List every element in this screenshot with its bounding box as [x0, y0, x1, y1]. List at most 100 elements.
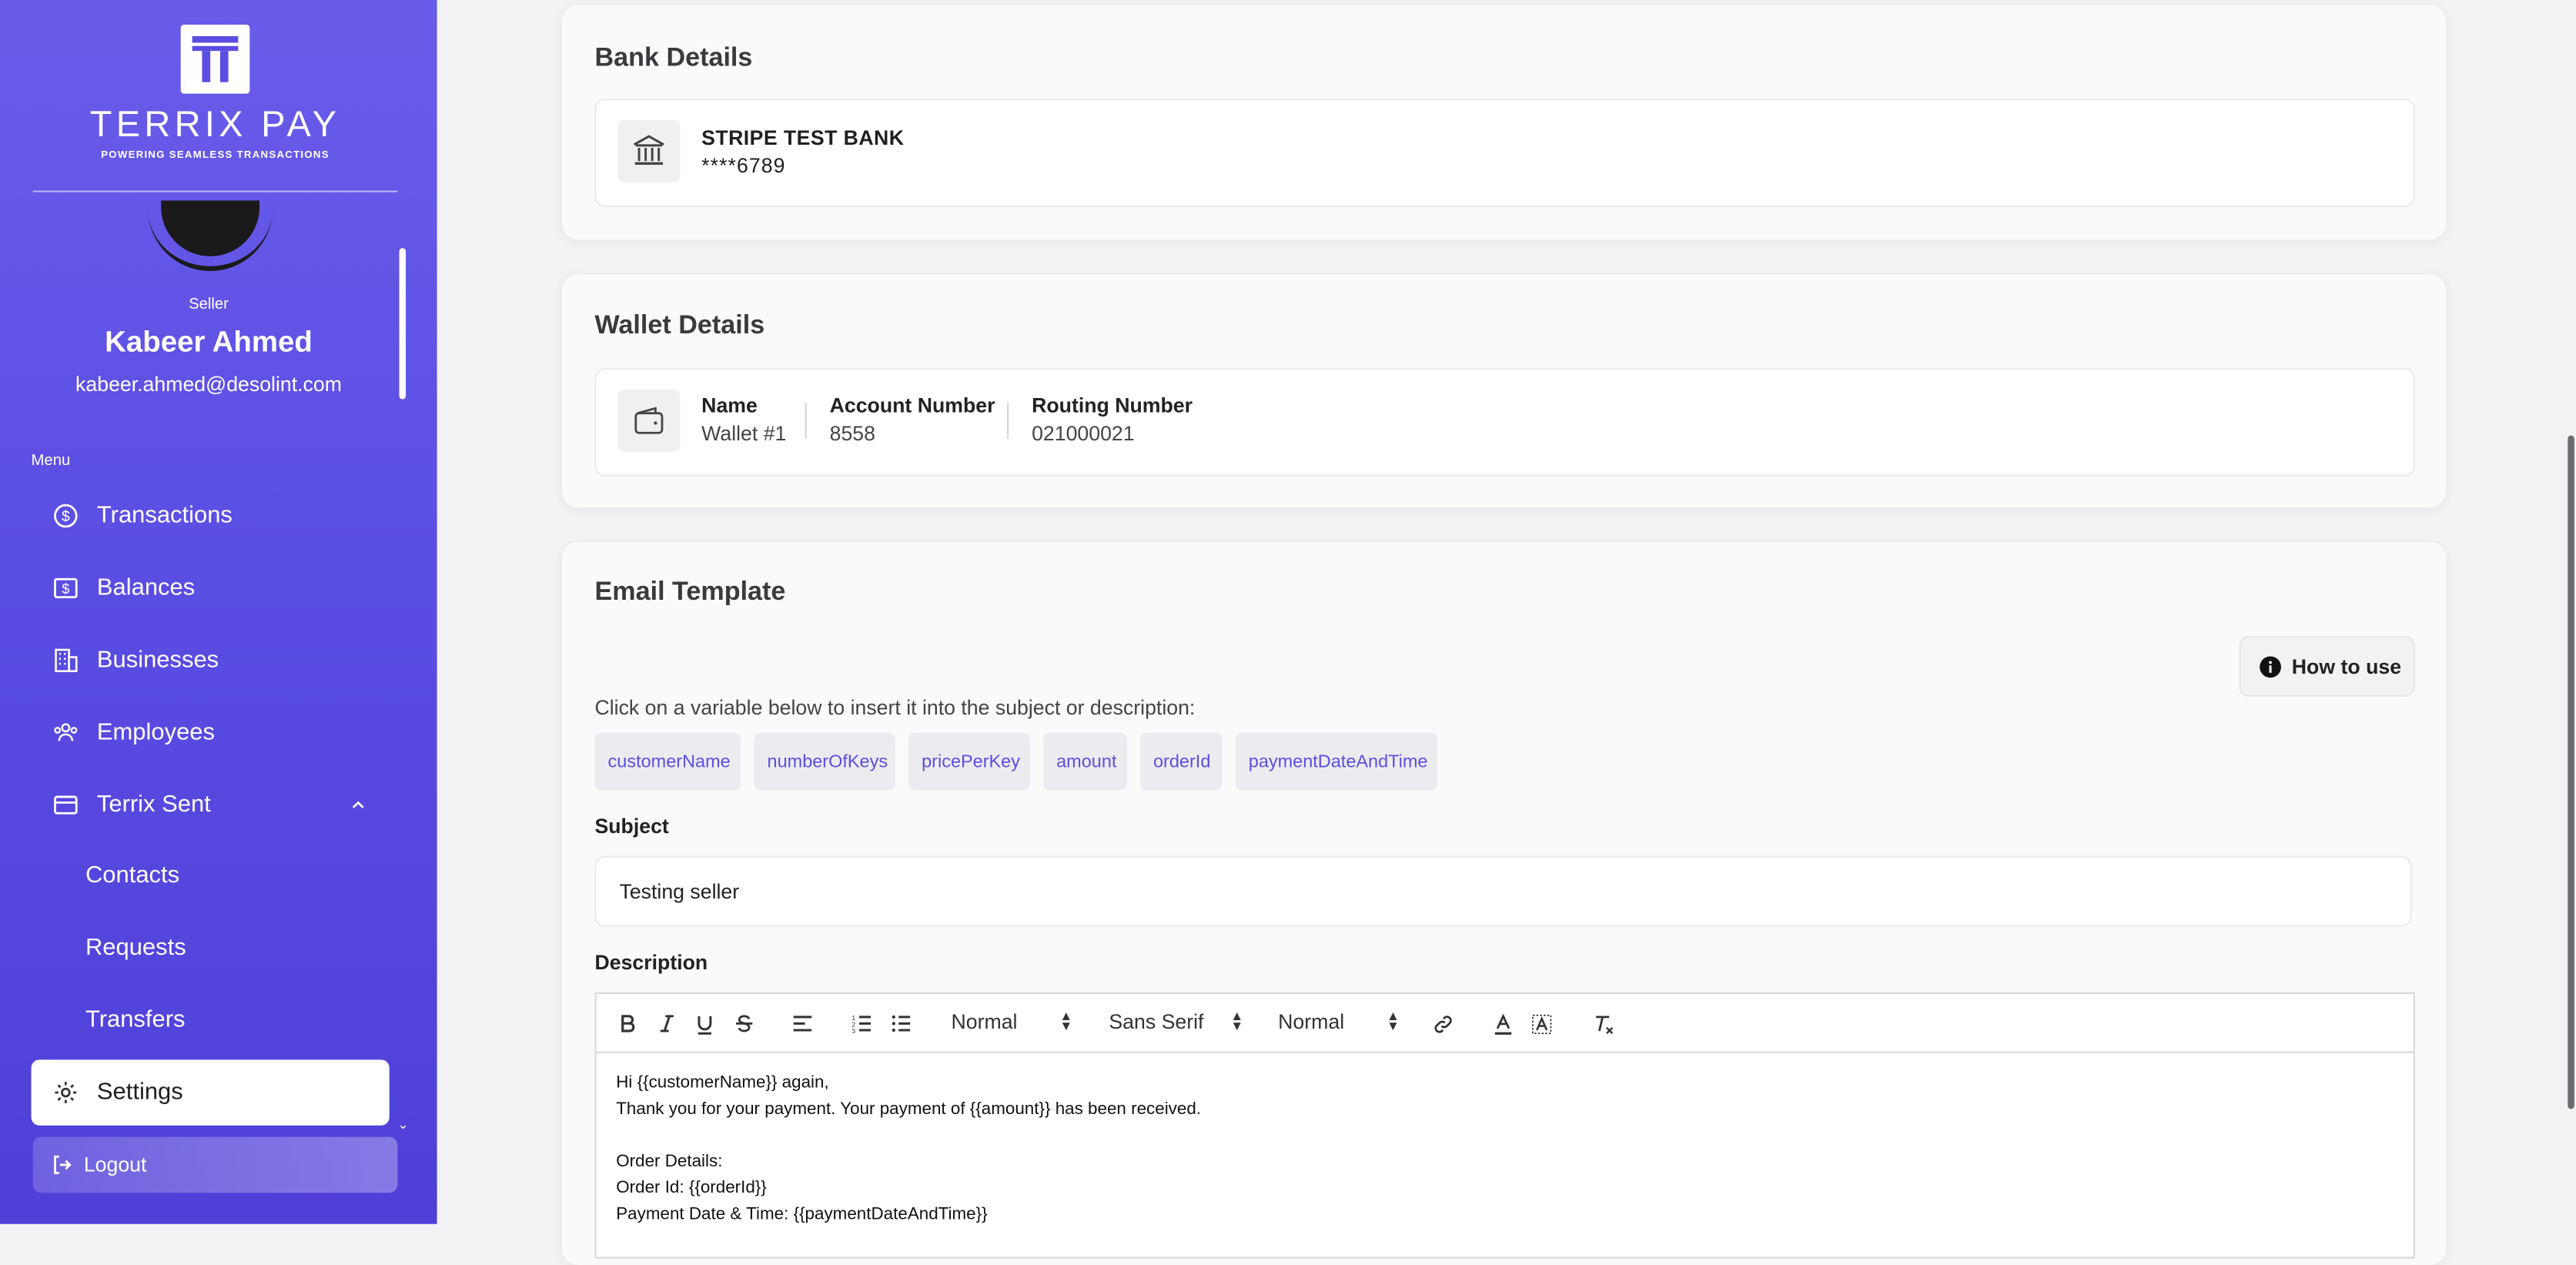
italic-icon[interactable]	[655, 1010, 678, 1036]
logout-button[interactable]: Logout	[32, 1136, 398, 1193]
wallet-details-card: Wallet Details Name Wallet #1 Account Nu…	[561, 274, 2447, 508]
editor-line: Payment Date & Time: {{paymentDateAndTim…	[616, 1204, 988, 1224]
variable-chip-customername[interactable]: customerName	[594, 732, 741, 791]
field-divider	[1007, 402, 1009, 439]
select-arrows-icon: ▲ ▼	[1059, 1009, 1073, 1034]
logout-label: Logout	[83, 1153, 147, 1176]
email-template-card: Email Template How to use Click on a var…	[561, 542, 2447, 1265]
svg-text:3: 3	[851, 1027, 855, 1033]
how-to-use-label: How to use	[2291, 654, 2402, 678]
editor-line: Hi {{customerName}} again,	[616, 1073, 829, 1093]
clear-formatting-icon[interactable]	[1592, 1010, 1615, 1036]
subject-label: Subject	[594, 815, 669, 838]
variable-chip-orderid[interactable]: orderId	[1139, 732, 1223, 791]
editor-content[interactable]: Hi {{customerName}} again, Thank you for…	[616, 1069, 1201, 1227]
user-name: Kabeer Ahmed	[105, 325, 313, 359]
avatar	[148, 200, 273, 272]
underline-icon[interactable]	[694, 1010, 717, 1036]
variable-chip-numberofkeys[interactable]: numberOfKeys	[754, 732, 895, 791]
sidebar-item-terrix-sent[interactable]: Terrix Sent	[32, 772, 390, 838]
editor-line: Order Id: {{orderId}}	[616, 1178, 767, 1198]
menu-header: Menu	[31, 451, 71, 470]
wallet-name-field: Name Wallet #1	[701, 394, 786, 445]
sidebar-item-label: Transactions	[96, 502, 233, 530]
people-icon	[52, 720, 79, 746]
field-divider	[805, 402, 807, 439]
chevron-down-icon[interactable]: ⌄	[397, 1117, 408, 1132]
link-icon[interactable]	[1431, 1010, 1454, 1036]
wallet-account-number-field: Account Number 8558	[830, 394, 995, 445]
strikethrough-icon[interactable]	[733, 1010, 756, 1036]
user-role: Seller	[189, 296, 229, 314]
sidebar-divider	[32, 190, 398, 192]
svg-text:$: $	[62, 581, 69, 597]
variables-hint: Click on a variable below to insert it i…	[594, 696, 1196, 720]
bank-account-row: STRIPE TEST BANK ****6789	[594, 99, 2415, 207]
description-label: Description	[594, 951, 708, 975]
wallet-routing-number-field: Routing Number 021000021	[1032, 394, 1193, 445]
chevron-up-icon[interactable]	[350, 794, 366, 820]
sidebar-subitem-requests[interactable]: Requests	[85, 935, 186, 961]
editor-line: Order Details:	[616, 1151, 723, 1172]
subject-input[interactable]	[594, 855, 2412, 927]
background-color-icon[interactable]	[1530, 1010, 1553, 1036]
wallet-field-value: Wallet #1	[701, 422, 787, 446]
ordered-list-icon[interactable]: 123	[849, 1010, 872, 1036]
bullet-list-icon[interactable]	[888, 1010, 912, 1036]
variable-chip-priceperkey[interactable]: pricePerKey	[908, 732, 1030, 791]
terrix-logo-icon	[180, 25, 250, 94]
bold-icon[interactable]	[616, 1010, 639, 1036]
description-editor[interactable]: 123 Normal ▲▼ Sans Serif ▲▼ Normal ▲▼	[594, 992, 2415, 1259]
how-to-use-button[interactable]: How to use	[2239, 635, 2415, 697]
wallet-row: Name Wallet #1 Account Number 8558 Routi…	[594, 367, 2415, 477]
brand-tagline: POWERING SEAMLESS TRANSACTIONS	[101, 149, 330, 162]
variable-chip-amount[interactable]: amount	[1043, 732, 1127, 791]
wallet-icon	[617, 389, 681, 452]
wallet-field-label: Routing Number	[1032, 394, 1193, 418]
sidebar-item-label: Balances	[96, 574, 196, 602]
wallet-field-label: Name	[701, 394, 758, 418]
wallet-field-value: 021000021	[1032, 422, 1135, 446]
wallet-field-value: 8558	[829, 422, 875, 446]
sidebar-item-balances[interactable]: $ Balances	[32, 555, 390, 621]
email-template-title: Email Template	[594, 578, 786, 607]
align-left-icon[interactable]	[790, 1010, 813, 1036]
sidebar: TERRIX PAY POWERING SEAMLESS TRANSACTION…	[0, 0, 437, 1224]
sidebar-item-label: Terrix Sent	[96, 791, 211, 818]
editor-line: Thank you for your payment. Your payment…	[616, 1099, 1202, 1119]
sidebar-subitem-transfers[interactable]: Transfers	[85, 1007, 186, 1033]
bank-details-title: Bank Details	[594, 44, 753, 72]
select-arrows-icon: ▲ ▼	[1230, 1009, 1244, 1034]
wallet-field-label: Account Number	[829, 394, 995, 418]
building-icon	[52, 648, 79, 674]
dollar-circle-icon: $	[52, 503, 79, 529]
size-select-value: Normal	[1278, 1010, 1345, 1034]
size-select[interactable]: Normal ▲ ▼	[1278, 1009, 1400, 1034]
sidebar-item-label: Settings	[96, 1079, 183, 1106]
sidebar-item-settings[interactable]: Settings	[31, 1059, 390, 1126]
font-select[interactable]: Sans Serif ▲ ▼	[1109, 1009, 1244, 1034]
sidebar-subitem-contacts[interactable]: Contacts	[85, 862, 179, 889]
sidebar-item-businesses[interactable]: Businesses	[32, 627, 390, 693]
sidebar-item-employees[interactable]: Employees	[32, 700, 390, 765]
bank-account-mask: ****6789	[701, 154, 786, 178]
select-arrows-icon: ▲ ▼	[1387, 1009, 1400, 1034]
header-select-value: Normal	[951, 1010, 1018, 1034]
user-email: kabeer.ahmed@desolint.com	[75, 373, 342, 397]
wallet-details-title: Wallet Details	[594, 312, 765, 340]
logout-icon	[51, 1153, 74, 1176]
sidebar-item-label: Employees	[96, 719, 215, 746]
gear-icon	[52, 1079, 79, 1106]
brand-name: TERRIX PAY	[89, 103, 341, 145]
editor-toolbar: 123 Normal ▲ ▼ Sans Serif ▲ ▼ Normal ▲ ▼	[596, 994, 2414, 1053]
sidebar-item-transactions[interactable]: $ Transactions	[32, 483, 390, 548]
svg-text:$: $	[62, 509, 70, 525]
variable-chip-paymentdateandtime[interactable]: paymentDateAndTime	[1235, 732, 1438, 791]
bank-name: STRIPE TEST BANK	[701, 126, 905, 150]
text-color-icon[interactable]	[1492, 1010, 1515, 1036]
card-icon	[52, 792, 79, 818]
main-scrollbar[interactable]	[2568, 435, 2574, 1109]
dollar-box-icon: $	[52, 575, 79, 601]
header-select[interactable]: Normal ▲ ▼	[951, 1009, 1073, 1034]
